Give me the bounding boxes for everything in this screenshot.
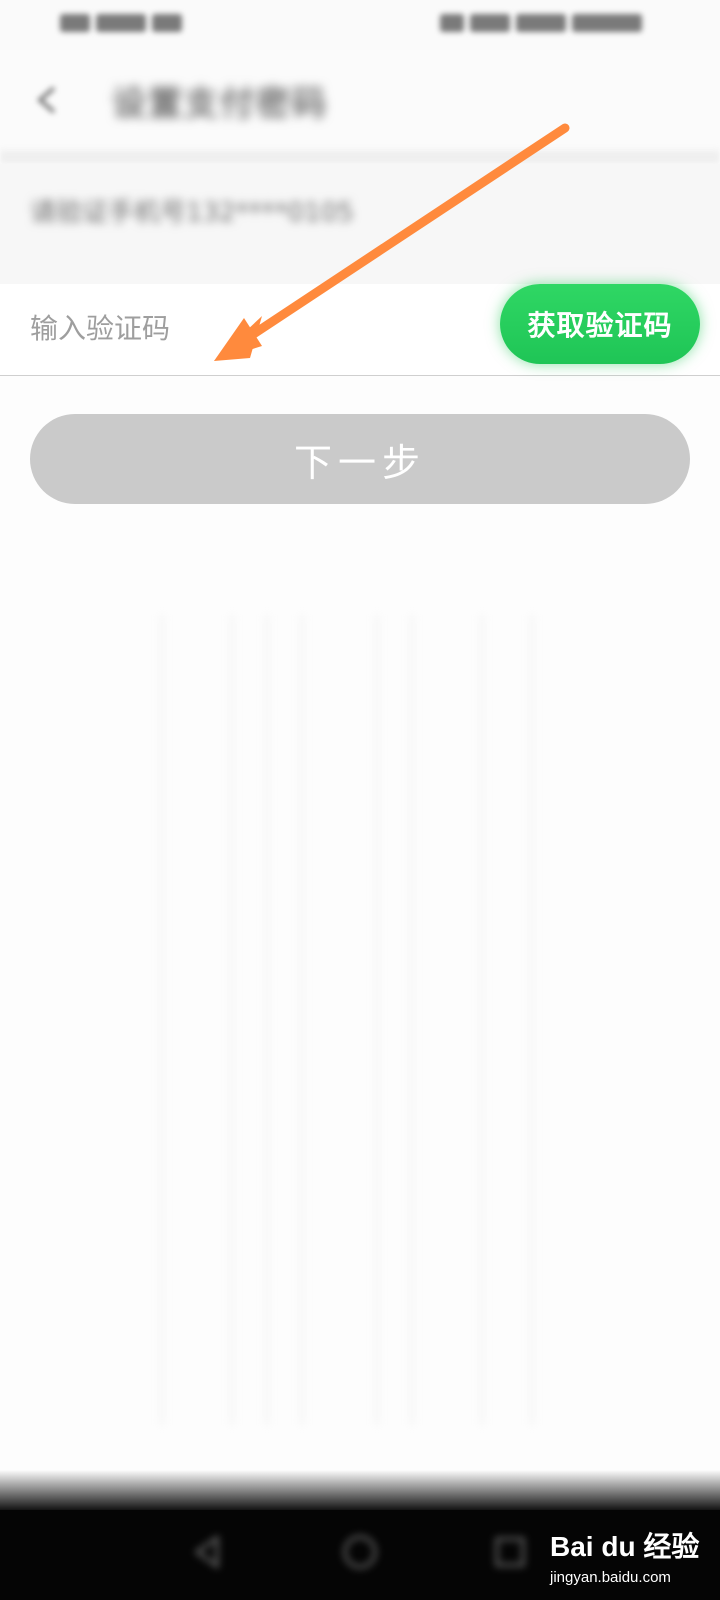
nav-fade xyxy=(0,1470,720,1510)
back-arrow-icon[interactable] xyxy=(28,80,68,120)
screen: 设置支付密码 请验证手机号132****0105 获取验证码 下一步 xyxy=(0,0,720,1600)
phone-hint-text: 请验证手机号132****0105 xyxy=(30,198,354,228)
baidu-jingyan-watermark: Bai du 经验 jingyan.baidu.com xyxy=(550,1525,715,1595)
watermark-brand: Bai du 经验 xyxy=(550,1531,700,1562)
page-title: 设置支付密码 xyxy=(112,84,328,124)
status-bar xyxy=(0,0,720,50)
watermark-url: jingyan.baidu.com xyxy=(550,1569,671,1586)
status-left-icons xyxy=(60,12,195,36)
status-right-icons xyxy=(440,12,655,36)
recent-square-icon[interactable] xyxy=(488,1530,532,1574)
phone-hint-row: 请验证手机号132****0105 xyxy=(0,164,720,284)
next-step-button[interactable]: 下一步 xyxy=(30,414,690,504)
title-bar: 设置支付密码 xyxy=(0,50,720,150)
section-divider xyxy=(0,150,720,164)
blurred-keypad-background xyxy=(160,615,540,1425)
back-triangle-icon[interactable] xyxy=(185,1530,229,1574)
verification-code-input[interactable] xyxy=(24,296,444,360)
get-verification-code-button[interactable]: 获取验证码 xyxy=(500,284,700,364)
home-circle-icon[interactable] xyxy=(338,1530,382,1574)
verification-code-row: 获取验证码 xyxy=(0,284,720,376)
